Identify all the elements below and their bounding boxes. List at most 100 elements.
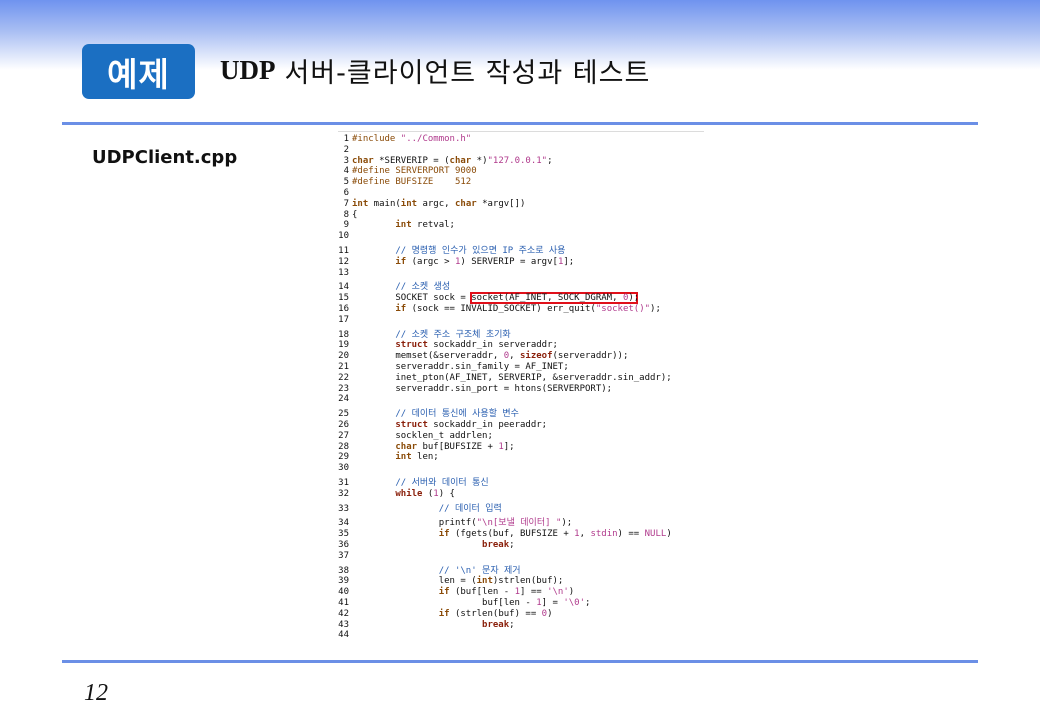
- code-line: 31 // 서버와 데이터 통신: [338, 478, 704, 489]
- code-line: 30: [338, 463, 704, 474]
- code-token: ): [568, 587, 575, 598]
- line-number: 21: [338, 362, 349, 372]
- code-token: int: [400, 198, 418, 209]
- line-number: 14: [338, 282, 349, 293]
- line-number: 41: [338, 598, 349, 608]
- code-token: sockaddr_in serveraddr;: [427, 340, 558, 351]
- code-token: retval;: [411, 220, 455, 231]
- code-line: 29 int len;: [338, 452, 704, 463]
- code-token: // 소켓 생성: [395, 282, 451, 293]
- code-token: argc,: [417, 198, 455, 209]
- code-token: printf(: [352, 518, 477, 529]
- code-line: 1 #include "../Common.h": [338, 134, 704, 145]
- code-line: 5 #define BUFSIZE 512: [338, 177, 704, 188]
- code-line: 41 buf[len - 1] = '\0';: [338, 598, 704, 609]
- line-number: 19: [338, 340, 349, 351]
- code-token: "socket()": [595, 304, 651, 314]
- line-number: 26: [338, 420, 349, 430]
- code-token: ) SERVERIP = argv[: [460, 256, 558, 267]
- code-token: stdin: [590, 529, 618, 540]
- code-token: int: [395, 452, 412, 463]
- code-listing: 1 #include "../Common.h" 2 3 char *SERVERIP …: [338, 131, 704, 656]
- code-token: *argv[]): [476, 198, 526, 209]
- code-line: 35 if (fgets(buf, BUFSIZE + 1, stdin) ==…: [338, 529, 704, 540]
- code-line: 38 // '\n' 문자 제거: [338, 566, 704, 577]
- code-token: sockaddr_in peeraddr;: [427, 420, 548, 430]
- top-divider: [62, 122, 978, 125]
- code-token: {: [352, 209, 358, 220]
- code-token: ];: [503, 441, 515, 452]
- line-number: 38: [338, 565, 349, 576]
- line-number: 37: [338, 550, 349, 561]
- code-line: 37: [338, 551, 704, 562]
- code-token: char: [395, 441, 418, 452]
- bottom-divider: [62, 660, 978, 663]
- code-token: '\0': [563, 598, 586, 608]
- line-number: 18: [338, 329, 349, 340]
- line-number: 9: [343, 220, 349, 231]
- code-token: ) {: [438, 488, 455, 499]
- code-token: buf[len -: [352, 598, 537, 608]
- code-token: break: [482, 619, 510, 630]
- line-number: 31: [338, 478, 349, 488]
- code-token: (serveraddr));: [552, 351, 629, 362]
- code-line: 28 char buf[BUFSIZE + 1];: [338, 442, 704, 453]
- line-number: 11: [338, 246, 349, 256]
- code-line: 2: [338, 145, 704, 156]
- code-token: struct: [395, 340, 428, 351]
- code-line: 26 struct sockaddr_in peeraddr;: [338, 420, 704, 431]
- code-token: int: [395, 220, 412, 231]
- code-token: ): [547, 608, 553, 619]
- line-number: 22: [338, 372, 349, 383]
- code-token: buf[BUFSIZE +: [417, 441, 499, 452]
- line-number: 5: [343, 177, 349, 188]
- code-token: '\n': [547, 587, 569, 598]
- line-number: 10: [338, 231, 349, 242]
- line-number: 27: [338, 430, 349, 441]
- code-line: 7 int main(int argc, char *argv[]): [338, 199, 704, 210]
- code-token: // 명령행 인수가 있으면 IP 주소로 사용: [395, 246, 566, 256]
- code-token: "../Common.h": [400, 134, 472, 144]
- code-line: 42 if (strlen(buf) == 0): [338, 609, 704, 620]
- code-token: if: [438, 608, 450, 619]
- code-token: // 소켓 주소 구조체 초기화: [395, 329, 511, 340]
- line-number: 20: [338, 351, 349, 362]
- line-number: 6: [343, 188, 349, 198]
- code-line: 32 while (1) {: [338, 489, 704, 500]
- line-number: 42: [338, 608, 349, 619]
- code-token: ): [666, 529, 672, 540]
- code-token: #define SERVERPORT 9000: [352, 166, 477, 177]
- line-number: 43: [338, 619, 349, 630]
- code-token: #define BUFSIZE 512: [352, 177, 472, 188]
- code-line: 33 // 데이터 입력: [338, 504, 704, 515]
- code-token: (argc >: [406, 256, 455, 267]
- code-line: 40 if (buf[len - 1] == '\n'): [338, 587, 704, 598]
- line-number: 15: [338, 293, 349, 304]
- code-line: 15 SOCKET sock = socket(AF_INET, SOCK_DG…: [338, 293, 704, 304]
- code-token: if: [395, 256, 407, 267]
- code-token: "127.0.0.1": [487, 155, 548, 166]
- code-token: if: [395, 304, 407, 314]
- code-token: (fgets(buf, BUFSIZE +: [449, 529, 575, 540]
- code-line: 25 // 데이터 통신에 사용할 변수: [338, 409, 704, 420]
- line-number: 40: [338, 587, 349, 598]
- line-number: 16: [338, 304, 349, 314]
- code-token: int: [476, 576, 493, 587]
- code-line: 19 struct sockaddr_in serveraddr;: [338, 340, 704, 351]
- code-token: main(: [368, 198, 401, 209]
- code-token: ,: [579, 529, 591, 540]
- code-token: ;: [509, 540, 515, 550]
- line-number: 12: [338, 256, 349, 267]
- line-number: 4: [343, 166, 349, 177]
- code-token: ;: [547, 155, 553, 166]
- code-line: 44: [338, 630, 704, 641]
